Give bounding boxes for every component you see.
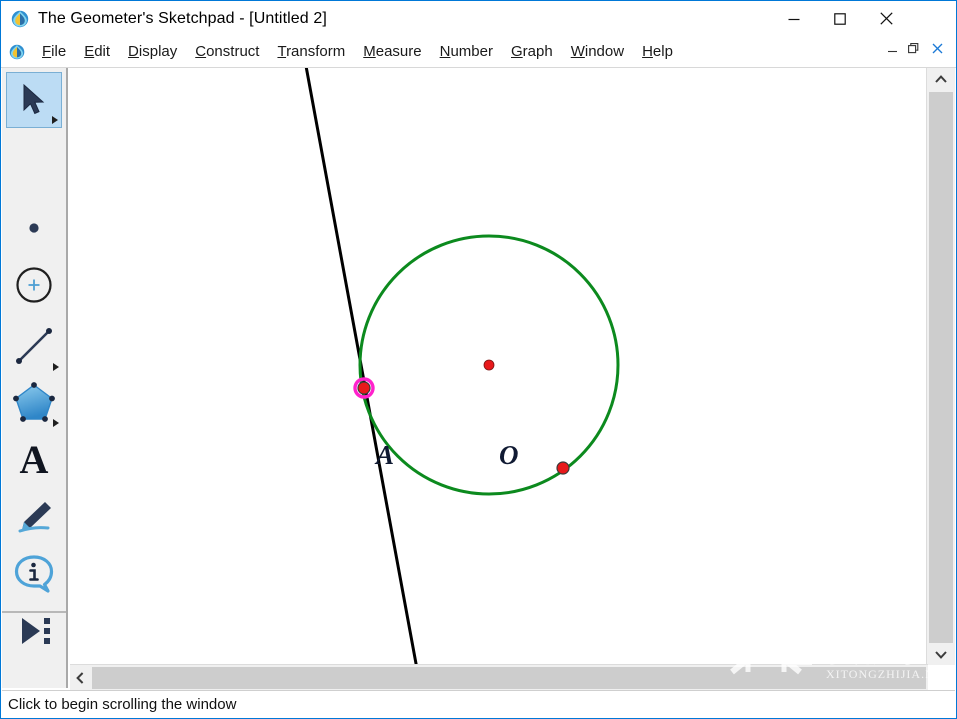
play-menu-icon xyxy=(6,603,62,659)
polygon-flyout-icon[interactable] xyxy=(53,419,59,427)
point-dot-icon xyxy=(6,200,62,256)
menu-item-display[interactable]: Display xyxy=(119,41,186,62)
menu-label-measure: easure xyxy=(376,43,422,60)
document-logo-icon[interactable] xyxy=(9,44,25,60)
horizontal-scroll-thumb[interactable] xyxy=(92,667,926,689)
menu-label-transform: ransform xyxy=(286,43,345,60)
mdi-close-icon[interactable] xyxy=(928,39,947,58)
menu-label-help: elp xyxy=(653,43,673,60)
toolbox-tool-group: A xyxy=(2,68,66,613)
status-bar: Click to begin scrolling the window xyxy=(2,690,955,717)
custom-tool[interactable] xyxy=(6,603,62,659)
status-message: Click to begin scrolling the window xyxy=(8,696,236,713)
polygon-tool[interactable] xyxy=(6,374,62,430)
menu-item-graph[interactable]: Graph xyxy=(502,41,562,62)
toolbox: A xyxy=(2,68,68,688)
sketch-geometry xyxy=(70,68,928,665)
menu-item-window[interactable]: Window xyxy=(562,41,633,62)
maximize-icon[interactable] xyxy=(817,1,863,36)
menu-label-window: indow xyxy=(585,43,624,60)
close-icon[interactable] xyxy=(863,1,909,36)
menu-item-construct[interactable]: Construct xyxy=(186,41,268,62)
vertical-scroll-thumb[interactable] xyxy=(929,92,953,643)
horizontal-scrollbar[interactable] xyxy=(70,664,928,691)
information-tool[interactable] xyxy=(6,546,62,602)
mdi-restore-icon[interactable] xyxy=(904,39,923,58)
arrow-select-flyout-icon[interactable] xyxy=(52,116,58,124)
vertical-scrollbar[interactable] xyxy=(926,68,955,665)
menu-item-number[interactable]: Number xyxy=(431,41,502,62)
sketch-canvas[interactable]: A O xyxy=(70,68,928,665)
circle-compass-icon xyxy=(6,257,62,313)
marker-tool[interactable] xyxy=(6,490,62,546)
menu-label-display: isplay xyxy=(139,43,177,60)
scroll-up-icon[interactable] xyxy=(927,68,955,90)
menu-label-construct: onstruct xyxy=(206,43,259,60)
menu-label-file: ile xyxy=(51,43,66,60)
menu-label-edit: dit xyxy=(94,43,110,60)
sketchpad-logo-icon[interactable] xyxy=(11,10,29,28)
menu-item-file[interactable]: File xyxy=(33,41,75,62)
point-tool[interactable] xyxy=(6,200,62,256)
menu-item-help[interactable]: Help xyxy=(633,41,682,62)
menu-label-graph: raph xyxy=(523,43,553,60)
arrow-select-tool[interactable] xyxy=(6,72,62,128)
svg-text:A: A xyxy=(20,437,49,481)
mdi-minimize-icon[interactable] xyxy=(883,39,902,58)
minimize-icon[interactable] xyxy=(771,1,817,36)
menu-item-transform[interactable]: Transform xyxy=(268,41,354,62)
info-bubble-icon xyxy=(6,546,62,602)
scroll-down-icon[interactable] xyxy=(927,643,955,665)
menu-bar: File Edit Display Construct Transform Me… xyxy=(1,36,956,68)
label-point-a[interactable]: A xyxy=(376,440,394,471)
window-title: The Geometer's Sketchpad - [Untitled 2] xyxy=(38,10,327,28)
marker-pen-icon xyxy=(6,490,62,546)
straightedge-flyout-icon[interactable] xyxy=(53,363,59,371)
letter-a-icon: A xyxy=(6,431,62,487)
menu-label-number: umber xyxy=(450,43,493,60)
application-window: The Geometer's Sketchpad - [Untitled 2] … xyxy=(0,0,957,719)
point-center-dot[interactable] xyxy=(484,360,494,370)
menu-item-edit[interactable]: Edit xyxy=(75,41,119,62)
title-bar[interactable]: The Geometer's Sketchpad - [Untitled 2] xyxy=(1,1,956,36)
label-point-center[interactable]: O xyxy=(499,440,519,471)
scroll-left-icon[interactable] xyxy=(70,665,90,691)
compass-circle-tool[interactable] xyxy=(6,257,62,313)
point-a-dot[interactable] xyxy=(358,382,370,394)
text-tool[interactable]: A xyxy=(6,431,62,487)
straightedge-tool[interactable] xyxy=(6,318,62,374)
point-on-circle-dot[interactable] xyxy=(557,462,569,474)
menu-item-measure[interactable]: Measure xyxy=(354,41,430,62)
